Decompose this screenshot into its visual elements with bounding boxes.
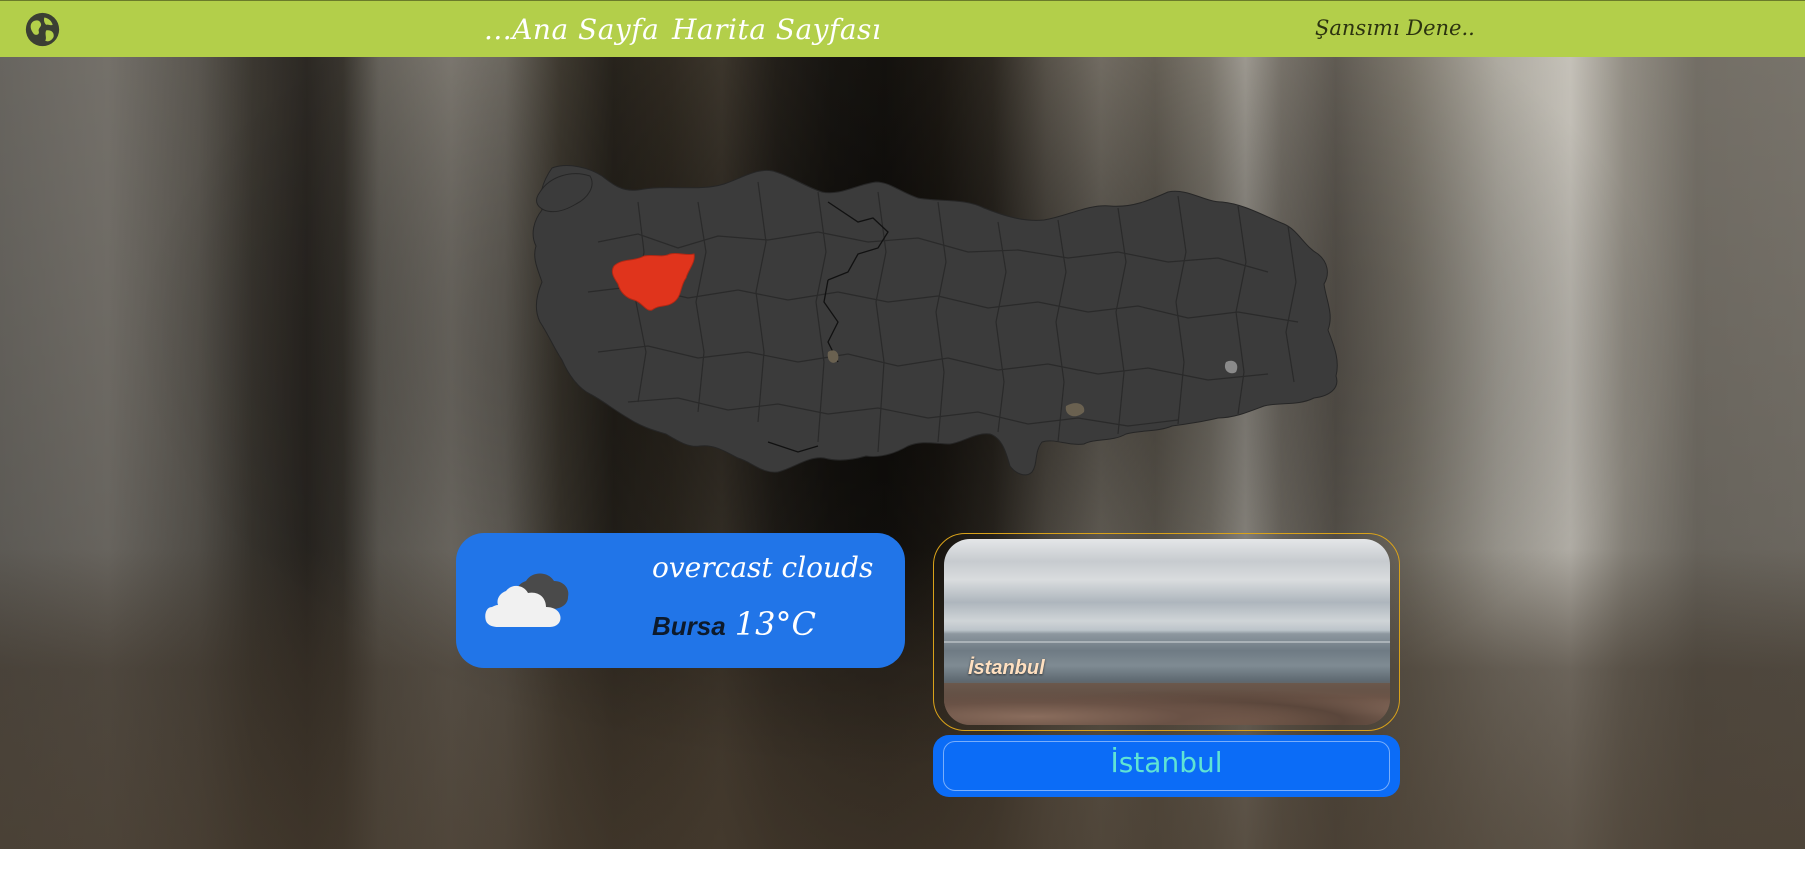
nav-home-link[interactable]: ...Ana Sayfa <box>484 13 659 46</box>
nav-try-luck-link[interactable]: Şansımı Dene.. <box>1315 16 1475 40</box>
city-select-button-label: İstanbul <box>1110 746 1223 779</box>
turkey-province-map[interactable] <box>528 162 1340 527</box>
weather-city-name: Bursa <box>652 611 726 641</box>
background-corridor-image <box>0 57 1805 849</box>
weather-card: overcast clouds Bursa 13°C <box>456 533 905 668</box>
weather-description: overcast clouds <box>652 551 874 584</box>
city-photo-caption: İstanbul <box>968 657 1045 679</box>
city-select-button[interactable]: İstanbul <box>933 735 1400 797</box>
nav-map-link[interactable]: Harita Sayfası <box>672 13 881 46</box>
cloud-icon <box>485 573 569 627</box>
city-photo: İstanbul <box>944 539 1390 725</box>
city-photo-card: İstanbul <box>933 533 1400 731</box>
top-navbar: ...Ana Sayfa Harita Sayfası Şansımı Dene… <box>0 0 1805 57</box>
globe-icon[interactable] <box>24 11 61 48</box>
weather-city-temp: Bursa 13°C <box>652 605 816 643</box>
turkey-map-outline <box>532 165 1338 476</box>
weather-temperature: 13°C <box>734 605 816 643</box>
